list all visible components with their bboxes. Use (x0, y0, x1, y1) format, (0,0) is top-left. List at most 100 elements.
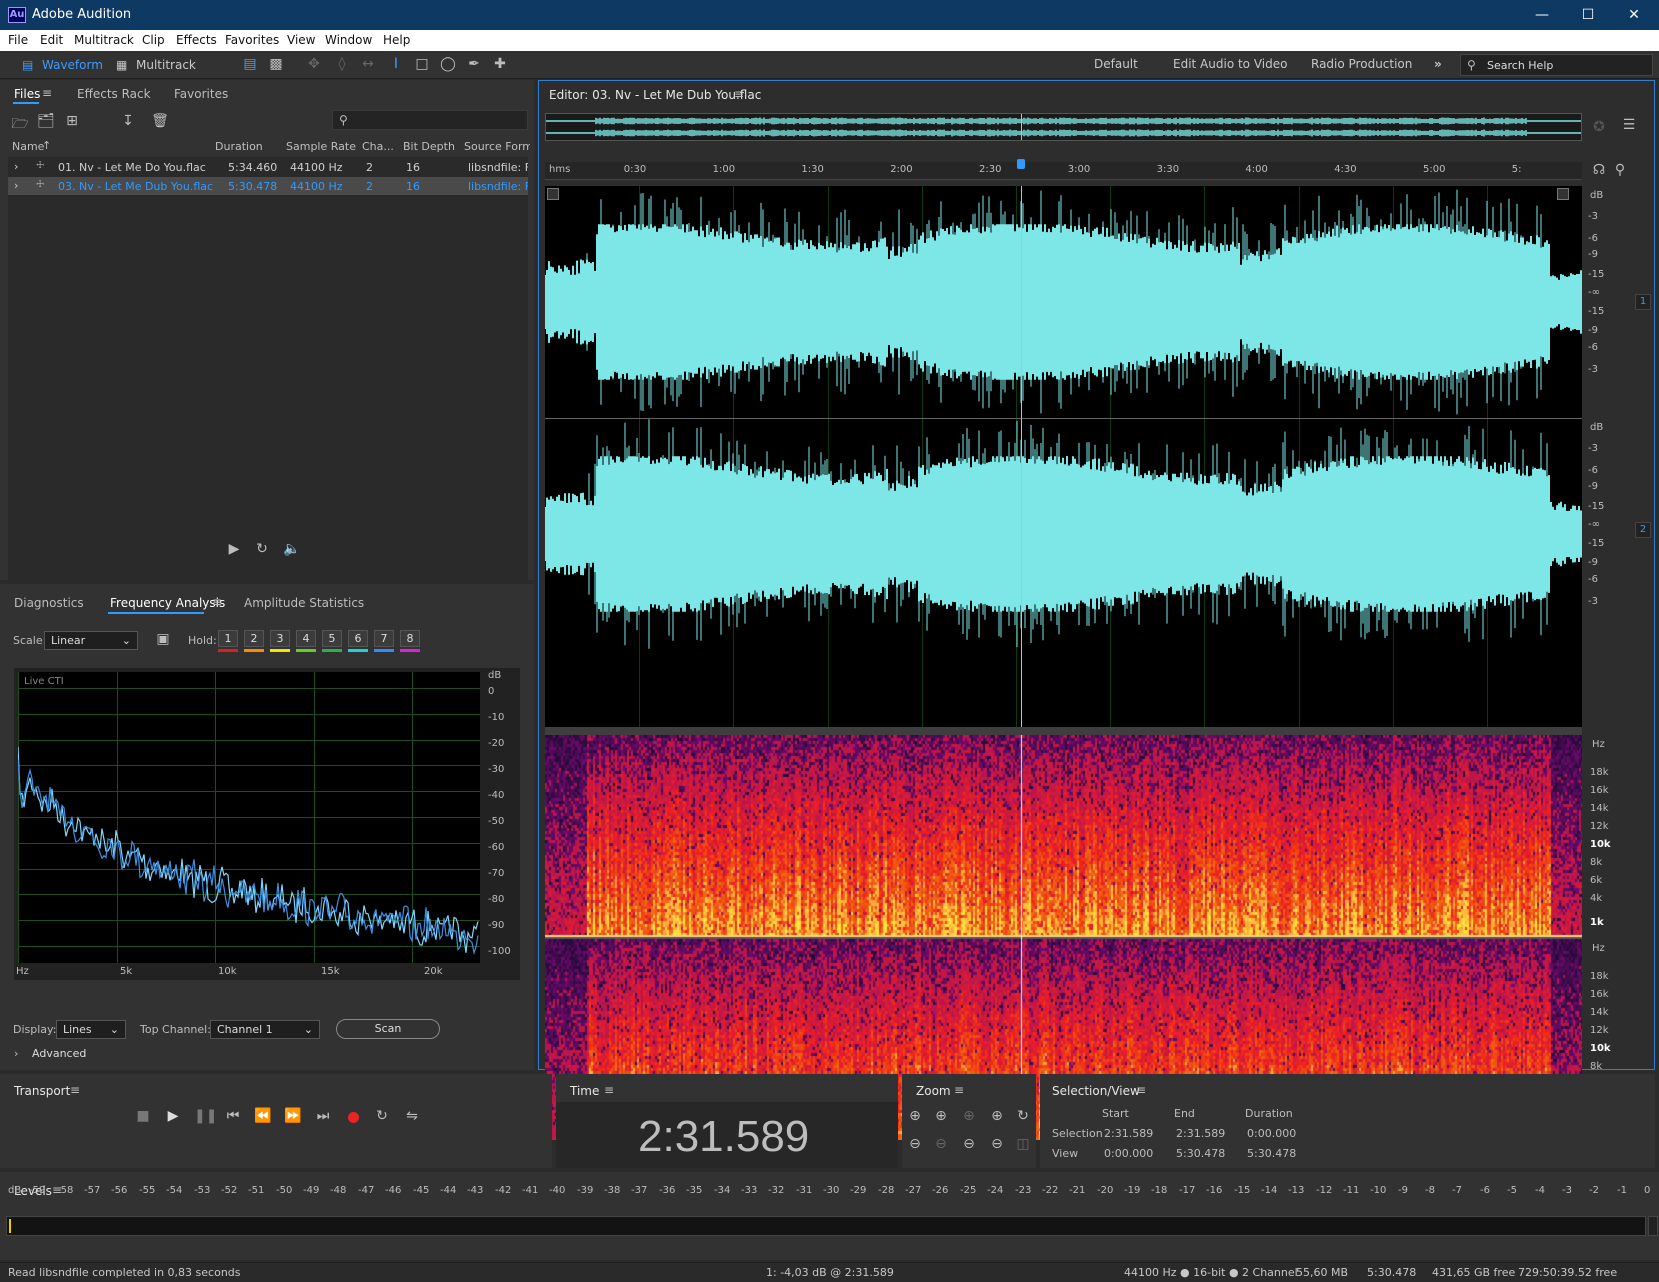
hold-button-6[interactable]: 6 (348, 630, 368, 647)
hold-button-2[interactable]: 2 (244, 630, 264, 647)
selection-duration[interactable]: 0:00.000 (1247, 1127, 1296, 1140)
playhead-handle[interactable] (1017, 159, 1025, 169)
delete-icon[interactable]: 🗑 (150, 113, 170, 129)
record-icon[interactable] (348, 1112, 359, 1123)
overview-navigator[interactable] (545, 113, 1582, 141)
advanced-marker-icon[interactable]: ▣ (154, 631, 172, 647)
workspace-edit-audio-to-video[interactable]: Edit Audio to Video (1173, 57, 1287, 71)
menu-file[interactable]: File (8, 33, 28, 47)
hold-button-7[interactable]: 7 (374, 630, 394, 647)
advanced-chevron-icon[interactable]: › (14, 1047, 18, 1060)
menu-effects[interactable]: Effects (176, 33, 217, 47)
editor-menu-icon[interactable]: ≡ (734, 87, 744, 101)
tab-favorites[interactable]: Favorites (174, 87, 228, 101)
search-help-box[interactable]: ⚲ Search Help (1460, 54, 1653, 76)
tab-diagnostics[interactable]: Diagnostics (14, 596, 84, 610)
advanced-toggle[interactable]: Advanced (32, 1047, 86, 1060)
hold-button-3[interactable]: 3 (270, 630, 290, 647)
zoom-in-point-icon[interactable]: ⊕ (988, 1108, 1006, 1124)
analysis-menu-icon[interactable]: ≡ (212, 595, 222, 609)
menu-favorites[interactable]: Favorites (225, 33, 279, 47)
fast-forward-icon[interactable]: ⏩ (284, 1108, 302, 1124)
waveform-display[interactable] (545, 186, 1582, 727)
menu-edit[interactable]: Edit (40, 33, 63, 47)
new-file-icon[interactable]: ⊞ (62, 113, 82, 129)
menu-window[interactable]: Window (325, 33, 372, 47)
expand-chevron-icon[interactable]: › (14, 160, 18, 173)
multitrack-view-button[interactable]: ▦ Multitrack (112, 55, 204, 75)
insert-into-multitrack-icon[interactable]: ↧ (118, 113, 138, 129)
spectral-display-icon[interactable]: ▩ (266, 56, 286, 72)
list-item[interactable]: › ☩ 01. Nv - Let Me Do You.flac 5:34.460… (8, 158, 528, 176)
clip-gain-handle-right-icon[interactable] (1557, 188, 1569, 200)
clip-gain-handle-left-icon[interactable] (547, 188, 559, 200)
scan-button[interactable]: Scan (336, 1019, 440, 1039)
search-help-input[interactable]: Search Help (1487, 59, 1553, 72)
expand-chevron-icon[interactable]: › (14, 179, 18, 192)
reset-zoom-icon[interactable]: ↻ (1014, 1108, 1032, 1124)
files-filter-input[interactable]: ⚲ (332, 110, 528, 130)
time-ruler[interactable]: hms 0:30 1:00 1:30 2:00 2:30 3:00 3:30 4:00 4:30 5… (545, 162, 1582, 180)
time-menu-icon[interactable]: ≡ (604, 1083, 614, 1097)
hold-button-1[interactable]: 1 (218, 630, 238, 647)
autoplay-speaker-icon[interactable]: 🔈 (280, 541, 304, 557)
view-duration[interactable]: 5:30.478 (1247, 1147, 1296, 1160)
display-select[interactable]: Lines ⌄ (56, 1020, 126, 1039)
waveform-display-icon[interactable]: ▤ (240, 56, 260, 72)
playhead-marker[interactable] (1015, 159, 1027, 175)
pin-icon[interactable]: ⚲ (1611, 162, 1629, 178)
view-end[interactable]: 5:30.478 (1176, 1147, 1225, 1160)
workspace-default[interactable]: Default (1094, 57, 1138, 71)
move-tool-icon[interactable]: ✥ (304, 56, 324, 72)
column-duration[interactable]: Duration (215, 140, 263, 153)
maximize-icon[interactable]: ☐ (1565, 0, 1611, 30)
zoom-to-selection-icon[interactable]: ⊕ (960, 1108, 978, 1124)
tab-amplitude-statistics[interactable]: Amplitude Statistics (244, 596, 364, 610)
more-workspaces-button[interactable]: » (1434, 57, 1442, 71)
play-icon[interactable]: ▶ (224, 541, 244, 557)
zoom-out-amplitude-icon[interactable]: ⊖ (906, 1136, 924, 1152)
transport-menu-icon[interactable]: ≡ (70, 1083, 80, 1097)
healing-tool-icon[interactable]: ✚ (490, 56, 510, 72)
close-icon[interactable]: ✕ (1611, 0, 1657, 30)
channel-1-toggle[interactable]: 1 (1635, 294, 1651, 310)
clip-indicator[interactable] (1648, 1216, 1658, 1236)
waveform-view-button[interactable]: ▤ Waveform (18, 55, 106, 75)
loop-icon[interactable]: ↻ (252, 541, 272, 557)
column-channels[interactable]: Cha... (362, 140, 394, 153)
skip-to-end-icon[interactable]: ⏭ (314, 1108, 332, 1124)
selection-end[interactable]: 2:31.589 (1176, 1127, 1225, 1140)
column-source-format[interactable]: Source Form... (464, 140, 530, 153)
hold-button-5[interactable]: 5 (322, 630, 342, 647)
hold-button-4[interactable]: 4 (296, 630, 316, 647)
menu-clip[interactable]: Clip (142, 33, 165, 47)
editor-options-icon[interactable]: ☰ (1619, 117, 1639, 133)
zoom-navigator-icon[interactable]: ✪ (1589, 119, 1609, 135)
column-sample-rate[interactable]: Sample Rate (286, 140, 356, 153)
zoom-menu-icon[interactable]: ≡ (954, 1083, 964, 1097)
open-file-icon[interactable]: 🗁 (10, 113, 30, 137)
time-selection-tool-icon[interactable]: I (386, 56, 406, 72)
selection-menu-icon[interactable]: ≡ (1136, 1083, 1146, 1097)
lasso-tool-icon[interactable]: ◯ (438, 56, 458, 72)
loop-playback-icon[interactable]: ↻ (372, 1108, 392, 1124)
scale-select[interactable]: Linear ⌄ (44, 631, 138, 650)
zoom-in-time-icon[interactable]: ⊕ (932, 1108, 950, 1124)
minimize-icon[interactable]: — (1519, 0, 1565, 30)
list-item-selected[interactable]: › ☩ 03. Nv - Let Me Dub You.flac 5:30.47… (8, 177, 528, 195)
zoom-out-point-icon[interactable]: ⊖ (988, 1136, 1006, 1152)
brush-tool-icon[interactable]: ✒ (464, 56, 484, 72)
tab-files[interactable]: Files (14, 87, 40, 101)
import-file-icon[interactable]: 🗂 (36, 113, 56, 129)
zoom-out-full-icon[interactable]: ⊖ (960, 1136, 978, 1152)
zoom-out-time-icon[interactable]: ⊖ (932, 1136, 950, 1152)
pause-icon[interactable]: ❚❚ (194, 1108, 217, 1124)
frequency-graph[interactable] (18, 672, 480, 963)
menu-view[interactable]: View (287, 33, 315, 47)
tab-frequency-analysis[interactable]: Frequency Analysis (110, 596, 225, 610)
hold-button-8[interactable]: 8 (400, 630, 420, 647)
tab-effects-rack[interactable]: Effects Rack (77, 87, 151, 101)
headphones-icon[interactable]: ☊ (1589, 162, 1609, 178)
slip-tool-icon[interactable]: ↔ (358, 56, 378, 72)
menu-multitrack[interactable]: Multitrack (74, 33, 134, 47)
